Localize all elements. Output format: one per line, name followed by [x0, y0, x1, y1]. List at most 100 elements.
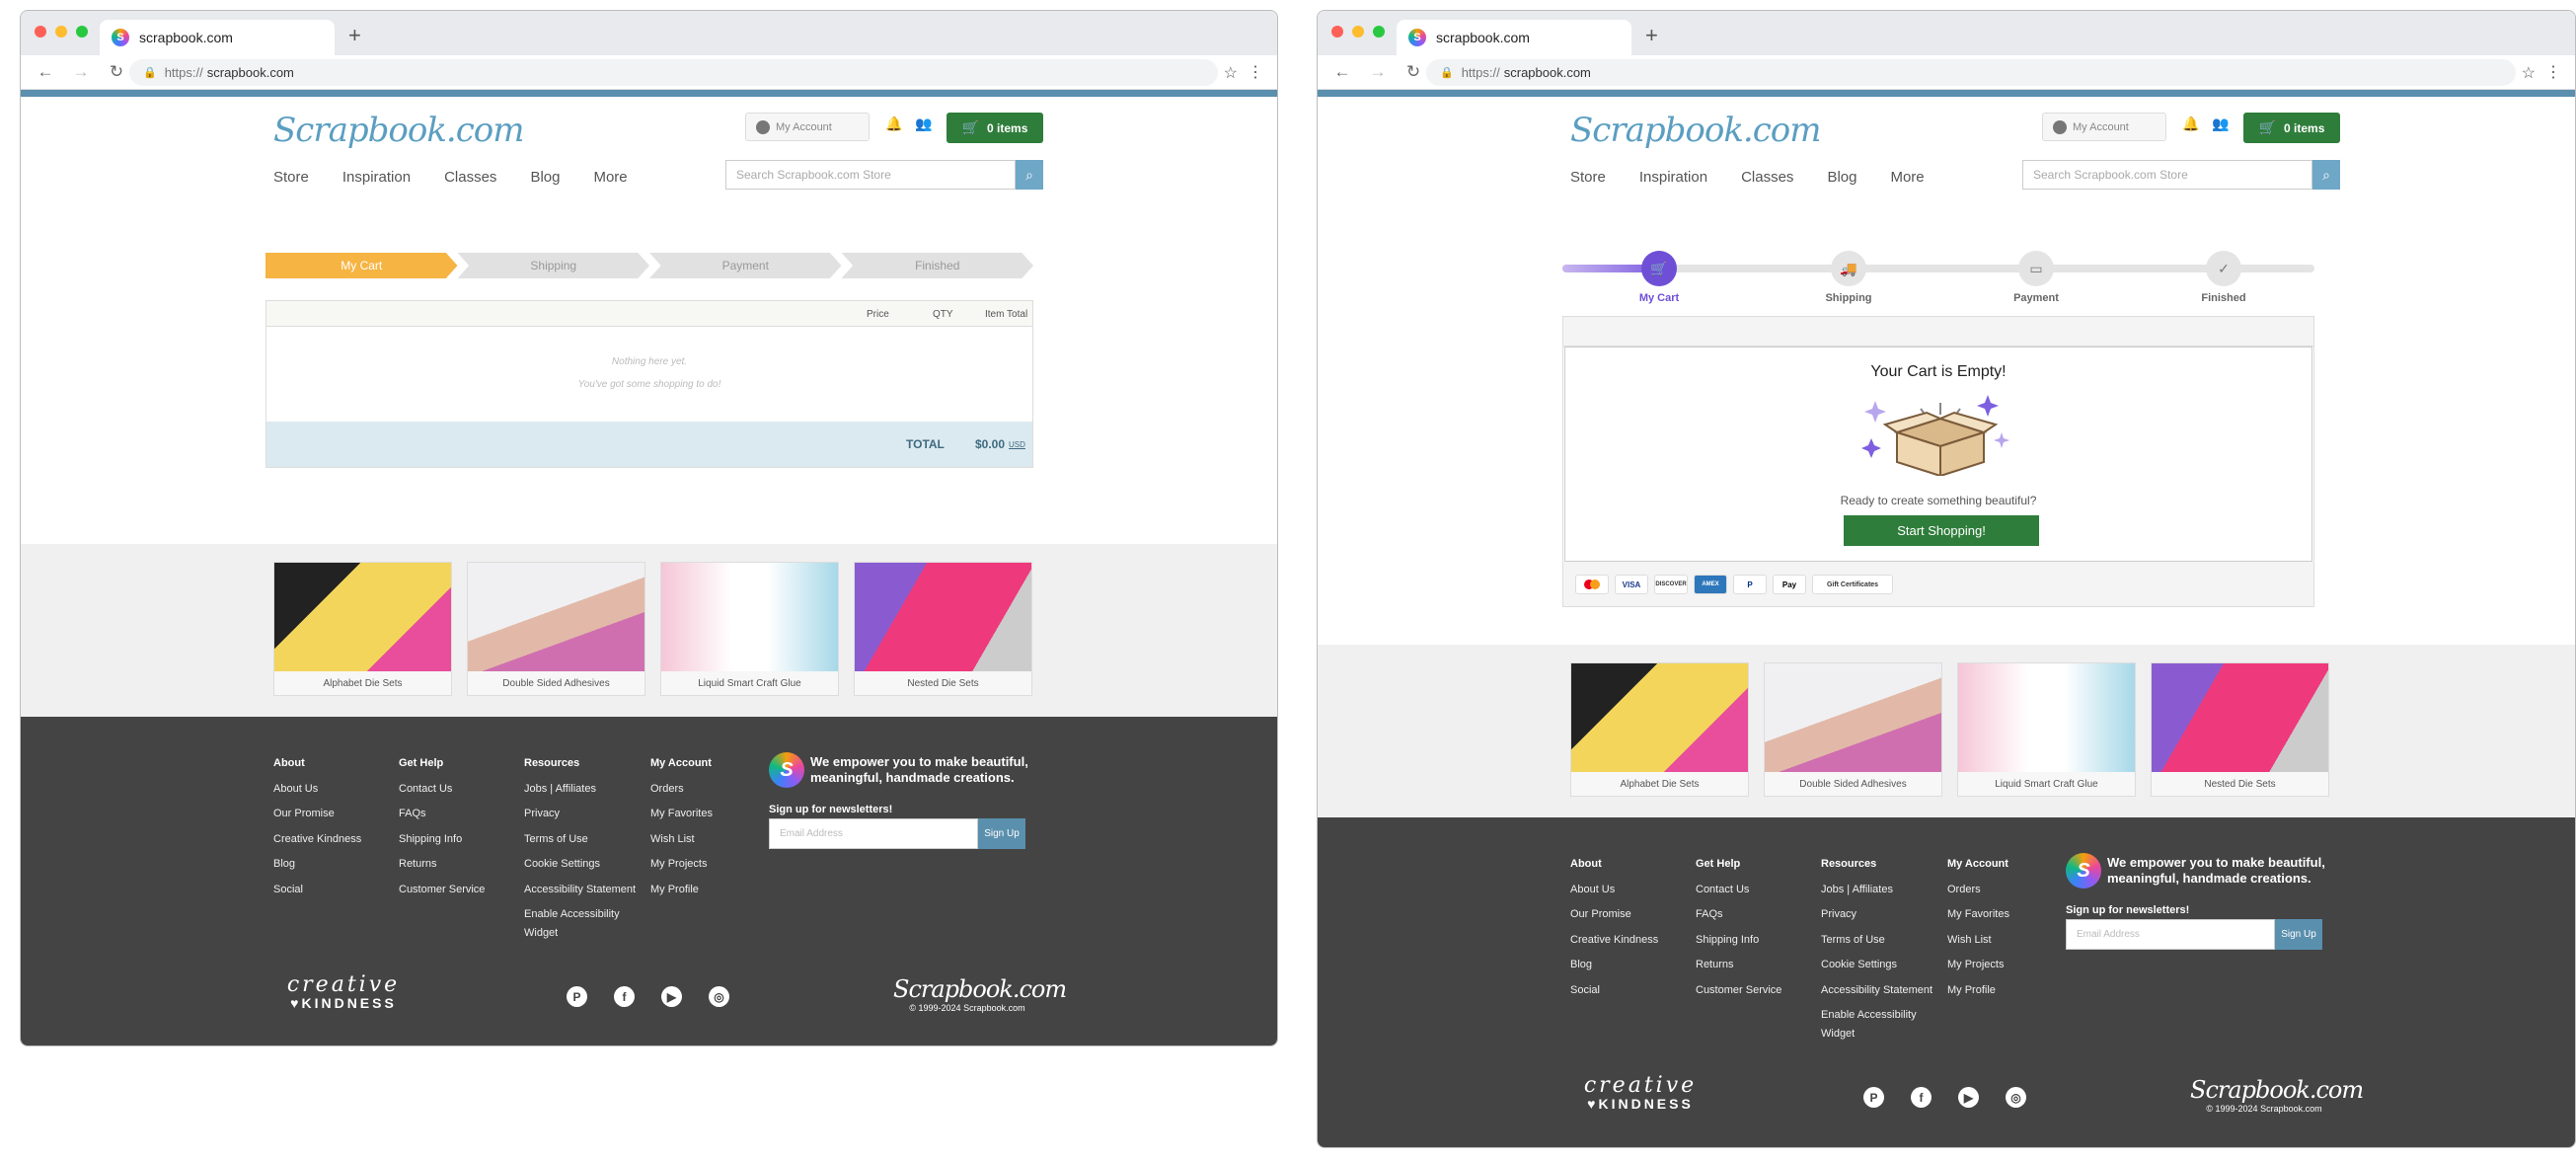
footer-link[interactable]: Blog	[1570, 953, 1658, 978]
pinterest-icon[interactable]: P	[1863, 1087, 1884, 1108]
maximize-window-button[interactable]	[76, 26, 88, 38]
product-card[interactable]: Nested Die Sets	[854, 562, 1032, 696]
footer-link[interactable]: Returns	[399, 852, 485, 878]
footer-link[interactable]: Privacy	[524, 802, 636, 827]
product-card[interactable]: Alphabet Die Sets	[273, 562, 452, 696]
footer-link[interactable]: Wish List	[1947, 928, 2009, 954]
browser-menu-icon[interactable]: ⋮	[1248, 62, 1263, 82]
footer-link[interactable]: Wish List	[650, 827, 713, 853]
nav-more[interactable]: More	[1890, 169, 1924, 186]
footer-link[interactable]: Cookie Settings	[524, 852, 636, 878]
signup-button[interactable]: Sign Up	[978, 818, 1025, 849]
maximize-window-button[interactable]	[1373, 26, 1385, 38]
new-tab-button[interactable]: +	[1645, 23, 1658, 48]
browser-menu-icon[interactable]: ⋮	[2545, 62, 2561, 82]
search-button[interactable]: ⌕	[2312, 160, 2340, 190]
footer-link[interactable]: Contact Us	[1696, 878, 1781, 903]
bookmark-star-icon[interactable]: ☆	[1224, 63, 1238, 83]
bell-icon[interactable]: 🔔	[885, 116, 902, 131]
footer-link[interactable]: Orders	[1947, 878, 2009, 903]
forward-arrow-icon[interactable]: →	[70, 62, 92, 82]
youtube-icon[interactable]: ▶	[1958, 1087, 1979, 1108]
footer-link[interactable]: My Profile	[1947, 978, 2009, 1004]
community-icon[interactable]: 👥	[915, 116, 932, 132]
footer-link[interactable]: Shipping Info	[399, 827, 485, 853]
nav-store[interactable]: Store	[1570, 169, 1606, 186]
footer-link[interactable]: FAQs	[399, 802, 485, 827]
footer-link[interactable]: My Profile	[650, 878, 713, 903]
facebook-icon[interactable]: f	[614, 986, 635, 1007]
bookmark-star-icon[interactable]: ☆	[2522, 63, 2536, 83]
nav-inspiration[interactable]: Inspiration	[1639, 169, 1707, 186]
minimize-window-button[interactable]	[55, 26, 67, 38]
footer-link[interactable]: My Favorites	[1947, 902, 2009, 928]
footer-link[interactable]: Jobs | Affiliates	[1821, 878, 1932, 903]
email-field[interactable]: Email Address	[2066, 919, 2275, 950]
creative-kindness-logo[interactable]: creative ♥KINDNESS	[1570, 1075, 1710, 1113]
nav-store[interactable]: Store	[273, 169, 309, 186]
community-icon[interactable]: 👥	[2212, 116, 2229, 132]
product-card[interactable]: Nested Die Sets	[2151, 662, 2329, 797]
url-field[interactable]: 🔒 https:// scrapbook.com	[129, 59, 1218, 86]
footer-link[interactable]: My Projects	[1947, 953, 2009, 978]
url-field[interactable]: 🔒 https:// scrapbook.com	[1426, 59, 2516, 86]
footer-link[interactable]: Social	[1570, 978, 1658, 1004]
nav-classes[interactable]: Classes	[444, 169, 496, 186]
footer-link[interactable]: Returns	[1696, 953, 1781, 978]
footer-link[interactable]: Our Promise	[273, 802, 361, 827]
footer-link[interactable]: Terms of Use	[1821, 928, 1932, 954]
youtube-icon[interactable]: ▶	[661, 986, 682, 1007]
footer-link[interactable]: Accessibility Statement	[524, 878, 636, 903]
footer-link[interactable]: About Us	[273, 777, 361, 803]
nav-blog[interactable]: Blog	[530, 169, 560, 186]
search-input[interactable]: Search Scrapbook.com Store	[725, 160, 1016, 190]
bell-icon[interactable]: 🔔	[2182, 116, 2199, 131]
footer-link[interactable]: About Us	[1570, 878, 1658, 903]
footer-link[interactable]: Our Promise	[1570, 902, 1658, 928]
nav-classes[interactable]: Classes	[1741, 169, 1793, 186]
footer-link[interactable]: Contact Us	[399, 777, 485, 803]
cart-button[interactable]: 🛒 0 items	[2243, 113, 2340, 143]
footer-link[interactable]: My Projects	[650, 852, 713, 878]
site-logo[interactable]: Scrapbook.com	[273, 111, 524, 150]
start-shopping-button[interactable]: Start Shopping!	[1844, 515, 2039, 546]
footer-link[interactable]: Blog	[273, 852, 361, 878]
footer-link[interactable]: Orders	[650, 777, 713, 803]
instagram-icon[interactable]: ◎	[2006, 1087, 2026, 1108]
footer-link[interactable]: FAQs	[1696, 902, 1781, 928]
search-button[interactable]: ⌕	[1016, 160, 1043, 190]
new-tab-button[interactable]: +	[348, 23, 361, 48]
product-card[interactable]: Liquid Smart Craft Glue	[660, 562, 839, 696]
facebook-icon[interactable]: f	[1911, 1087, 1932, 1108]
my-account-button[interactable]: My Account	[2042, 113, 2166, 141]
browser-tab[interactable]: S scrapbook.com	[100, 20, 335, 55]
pinterest-icon[interactable]: P	[567, 986, 587, 1007]
nav-blog[interactable]: Blog	[1827, 169, 1856, 186]
reload-icon[interactable]: ↻	[1402, 62, 1424, 82]
footer-link[interactable]: Shipping Info	[1696, 928, 1781, 954]
footer-link[interactable]: Social	[273, 878, 361, 903]
site-logo[interactable]: Scrapbook.com	[1570, 111, 1821, 150]
product-card[interactable]: Alphabet Die Sets	[1570, 662, 1749, 797]
footer-link[interactable]: Accessibility Statement	[1821, 978, 1932, 1004]
cart-button[interactable]: 🛒 0 items	[947, 113, 1043, 143]
product-card[interactable]: Double Sided Adhesives	[467, 562, 645, 696]
product-card[interactable]: Double Sided Adhesives	[1764, 662, 1942, 797]
back-arrow-icon[interactable]: ←	[1331, 62, 1353, 82]
email-field[interactable]: Email Address	[769, 818, 978, 849]
reload-icon[interactable]: ↻	[106, 62, 127, 82]
footer-link[interactable]: Customer Service	[399, 878, 485, 903]
signup-button[interactable]: Sign Up	[2275, 919, 2322, 950]
footer-link[interactable]: Creative Kindness	[273, 827, 361, 853]
close-window-button[interactable]	[35, 26, 46, 38]
footer-link[interactable]: Terms of Use	[524, 827, 636, 853]
product-card[interactable]: Liquid Smart Craft Glue	[1957, 662, 2136, 797]
footer-logo[interactable]: Scrapbook.com © 1999-2024 Scrapbook.com	[893, 975, 1067, 1013]
close-window-button[interactable]	[1331, 26, 1343, 38]
footer-link[interactable]: Jobs | Affiliates	[524, 777, 636, 803]
minimize-window-button[interactable]	[1352, 26, 1364, 38]
back-arrow-icon[interactable]: ←	[35, 62, 56, 82]
footer-link[interactable]: Customer Service	[1696, 978, 1781, 1004]
nav-inspiration[interactable]: Inspiration	[342, 169, 411, 186]
footer-logo[interactable]: Scrapbook.com © 1999-2024 Scrapbook.com	[2190, 1076, 2364, 1114]
